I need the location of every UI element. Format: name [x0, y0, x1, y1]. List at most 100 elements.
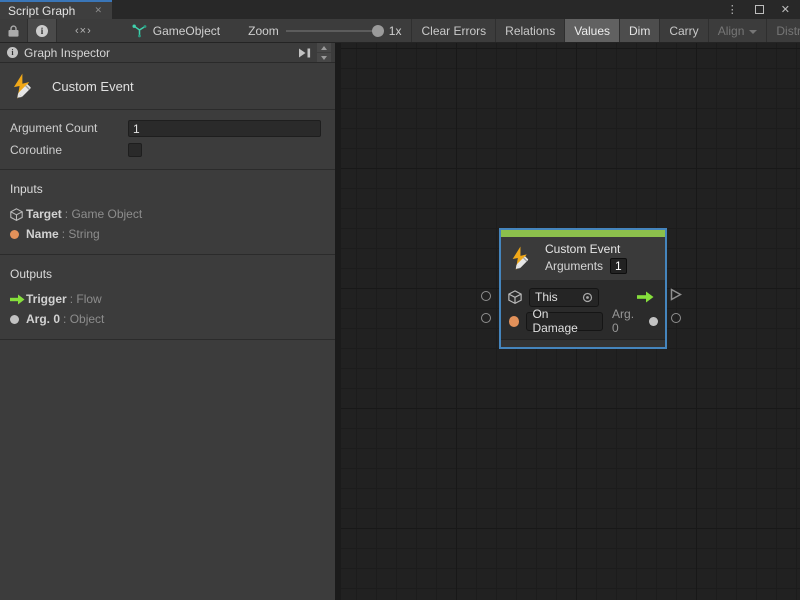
node-arguments-row: Arguments 1: [545, 258, 627, 274]
tab-close-icon[interactable]: ✕: [94, 5, 102, 16]
inputs-section: Inputs Target Game Object Name String: [0, 170, 335, 255]
graph-inspector-title: Graph Inspector: [24, 46, 293, 60]
carry-toggle[interactable]: Carry: [660, 19, 708, 42]
context-gameobject[interactable]: GameObject: [122, 19, 230, 42]
unit-header: Custom Event: [0, 63, 335, 110]
maximize-icon[interactable]: [755, 5, 764, 14]
triangle-up-icon: [321, 46, 327, 50]
zoom-value: 1x: [389, 24, 402, 38]
tab-label: Script Graph: [8, 4, 75, 18]
output-row-arg0: Arg. 0 Object: [0, 309, 335, 329]
values-toggle[interactable]: Values: [565, 19, 620, 42]
panel-scroll-buttons: [317, 43, 331, 62]
node-arg0-label: Arg. 0: [612, 307, 642, 335]
node-title: Custom Event: [545, 242, 627, 256]
lock-button[interactable]: [0, 19, 28, 42]
carry-label: Carry: [669, 24, 698, 38]
zoom-slider[interactable]: [286, 30, 382, 32]
cube-icon: [10, 208, 26, 221]
zoom-label: Zoom: [248, 24, 279, 38]
script-graph-window: Script Graph ✕ ⋮ ✕ i ‹×› GameObject Z: [0, 0, 800, 600]
toolbar-spacer: [110, 19, 122, 42]
custom-event-node[interactable]: Custom Event Arguments 1 This: [499, 228, 667, 349]
node-row-target: This: [508, 285, 658, 309]
outputs-title: Outputs: [0, 261, 335, 289]
coroutine-label: Coroutine: [10, 143, 128, 157]
node-arguments-field[interactable]: 1: [610, 258, 627, 274]
relations-button[interactable]: Relations: [496, 19, 565, 42]
dim-label: Dim: [629, 24, 650, 38]
external-output-port-arg0[interactable]: [671, 313, 681, 323]
node-name-field[interactable]: On Damage: [526, 312, 603, 331]
node-row-name: On Damage Arg. 0: [508, 309, 658, 333]
window-controls: ⋮ ✕: [727, 0, 800, 19]
argument-count-field[interactable]: 1: [128, 120, 321, 137]
scroll-down-button[interactable]: [317, 53, 331, 62]
node-footer: [501, 339, 665, 347]
align-dropdown[interactable]: Align: [709, 19, 768, 42]
info-icon: i: [36, 25, 48, 37]
code-icon: ‹×›: [75, 25, 92, 37]
values-label: Values: [574, 24, 610, 38]
argument-count-row: Argument Count 1: [0, 117, 335, 139]
node-color-bar: [501, 230, 665, 237]
unit-properties: Argument Count 1 Coroutine: [0, 110, 335, 170]
coroutine-checkbox[interactable]: [128, 143, 142, 157]
string-port-dot[interactable]: [509, 316, 519, 327]
node-target-value: This: [535, 290, 558, 304]
string-port-dot: [10, 230, 26, 239]
port-type: Game Object: [65, 207, 142, 221]
flow-arrow-icon[interactable]: [637, 291, 654, 303]
zoom-slider-knob[interactable]: [372, 25, 384, 37]
window-menu-icon[interactable]: ⋮: [727, 3, 738, 16]
port-name: Trigger: [26, 292, 67, 306]
scroll-up-button[interactable]: [317, 43, 331, 52]
external-input-port-name[interactable]: [481, 313, 491, 323]
input-row-name: Name String: [0, 224, 335, 244]
relations-label: Relations: [505, 24, 555, 38]
cube-icon: [508, 290, 522, 304]
inputs-title: Inputs: [0, 176, 335, 204]
external-input-port-target[interactable]: [481, 291, 491, 301]
port-type: String: [62, 227, 100, 241]
unit-title: Custom Event: [52, 79, 134, 94]
context-label: GameObject: [153, 24, 220, 38]
port-name: Name: [26, 227, 59, 241]
tab-bar: Script Graph ✕ ⋮ ✕: [0, 0, 800, 19]
clear-errors-button[interactable]: Clear Errors: [411, 19, 496, 42]
lock-icon: [8, 25, 19, 37]
clear-errors-label: Clear Errors: [421, 24, 486, 38]
node-header[interactable]: Custom Event Arguments 1: [501, 237, 665, 280]
node-header-text: Custom Event Arguments 1: [545, 242, 627, 274]
dock-panel-icon[interactable]: [299, 48, 311, 58]
port-type: Flow: [70, 292, 102, 306]
info-icon: i: [7, 47, 18, 58]
object-port-dot[interactable]: [649, 317, 658, 326]
flow-arrow-icon: [10, 294, 26, 305]
external-output-port-trigger[interactable]: [670, 288, 682, 301]
node-body: This On Damage Arg. 0: [501, 280, 665, 339]
edit-code-button[interactable]: ‹×›: [57, 19, 110, 42]
coroutine-row: Coroutine: [0, 139, 335, 161]
info-button[interactable]: i: [28, 19, 57, 42]
graph-inspector-panel: i Graph Inspector Custom Event Argumen: [0, 43, 335, 600]
object-picker-icon[interactable]: [582, 292, 593, 303]
distribute-dropdown[interactable]: Distribute: [767, 19, 800, 42]
port-name: Arg. 0: [26, 312, 60, 326]
align-label: Align: [718, 24, 745, 38]
output-row-trigger: Trigger Flow: [0, 289, 335, 309]
object-port-dot: [10, 315, 26, 324]
graph-canvas[interactable]: Custom Event Arguments 1 This: [341, 43, 800, 600]
port-name: Target: [26, 207, 62, 221]
graph-toolbar: i ‹×› GameObject Zoom 1x Clear Errors Re…: [0, 19, 800, 43]
custom-event-icon: [10, 73, 37, 100]
node-arguments-label: Arguments: [545, 259, 603, 273]
triangle-down-icon: [321, 56, 327, 60]
node-target-dropdown[interactable]: This: [529, 288, 599, 307]
close-icon[interactable]: ✕: [781, 3, 790, 16]
outputs-section: Outputs Trigger Flow Arg. 0 Object: [0, 255, 335, 340]
tab-script-graph[interactable]: Script Graph ✕: [0, 0, 112, 19]
argument-count-label: Argument Count: [10, 121, 128, 135]
input-row-target: Target Game Object: [0, 204, 335, 224]
dim-toggle[interactable]: Dim: [620, 19, 660, 42]
